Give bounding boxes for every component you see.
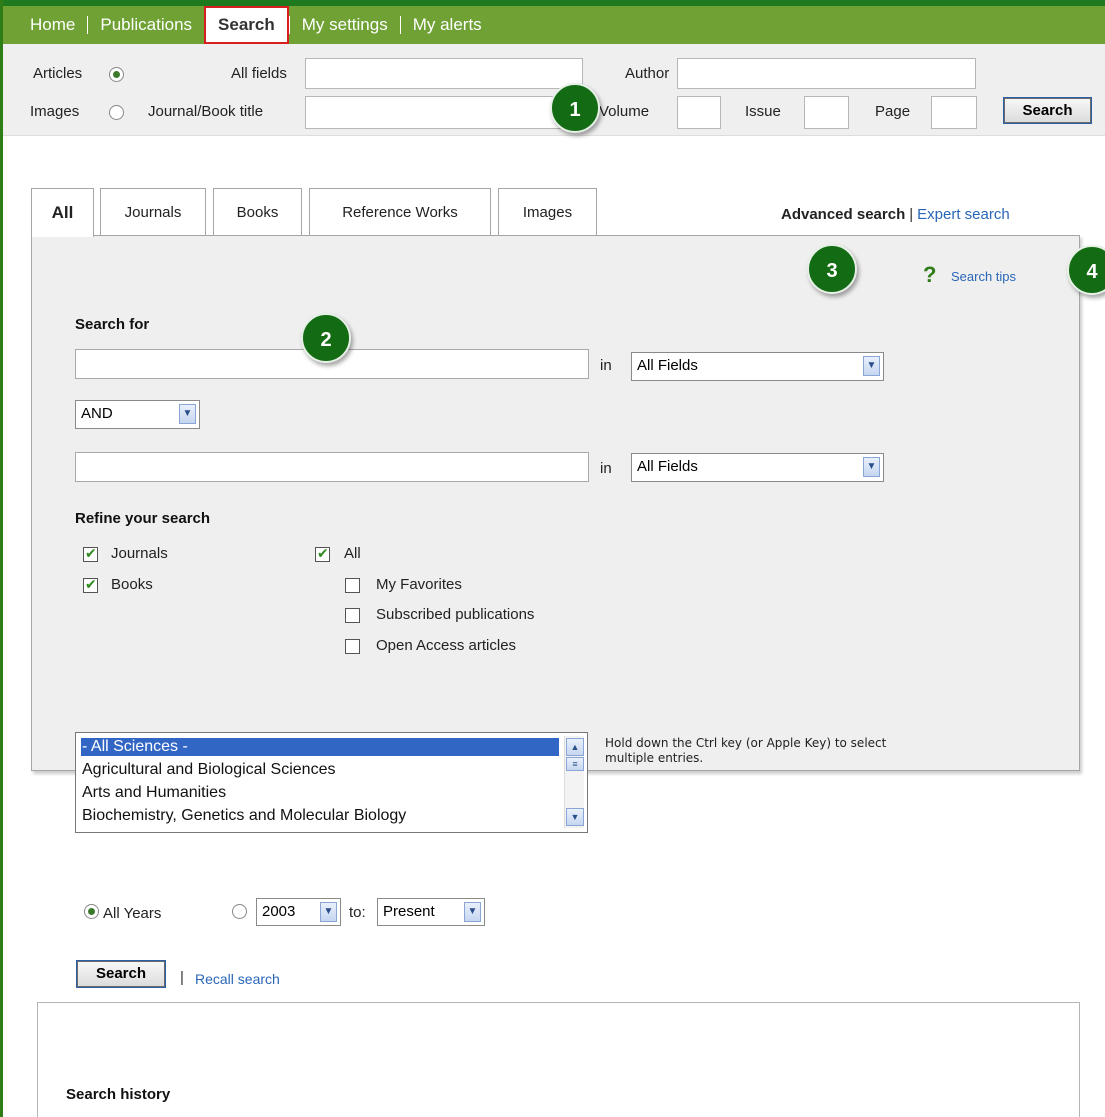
page-label: Page: [875, 103, 911, 120]
question-icon: ?: [923, 262, 937, 287]
open-access-checkbox-label: Open Access articles: [376, 637, 517, 654]
list-item[interactable]: Biochemistry, Genetics and Molecular Bio…: [82, 807, 406, 825]
books-checkbox[interactable]: [83, 576, 98, 593]
top-nav: Home Publications Search My settings My …: [3, 6, 1105, 44]
expert-search-link[interactable]: Expert search: [917, 206, 1010, 223]
year-range-radio[interactable]: [232, 904, 247, 919]
articles-label: Articles: [33, 65, 83, 82]
advanced-search-panel: [31, 235, 1080, 771]
to-label: to:: [349, 904, 366, 921]
left-border: [0, 0, 3, 1117]
page-input[interactable]: [931, 96, 977, 129]
all-fields-label: All fields: [231, 65, 287, 82]
images-radio[interactable]: [109, 105, 124, 120]
journals-checkbox-label: Journals: [111, 545, 168, 562]
refine-search-label: Refine your search: [75, 510, 211, 527]
images-label: Images: [30, 103, 80, 120]
tab-all[interactable]: All: [31, 188, 94, 237]
all-years-label: All Years: [103, 905, 162, 922]
chevron-down-icon: ▼: [179, 404, 196, 424]
all-fields-input[interactable]: [305, 58, 583, 89]
callout-badge-3: 3: [807, 244, 857, 294]
journal-title-label: Journal/Book title: [148, 103, 264, 120]
issue-label: Issue: [745, 103, 781, 120]
volume-input[interactable]: [677, 96, 721, 129]
year-from-value: 2003: [262, 903, 296, 920]
chevron-down-icon: ▼: [320, 902, 337, 922]
scroll-thumb[interactable]: ≡: [566, 757, 584, 771]
list-item[interactable]: Agricultural and Biological Sciences: [82, 761, 335, 779]
field-select-2-value: All Fields: [637, 458, 698, 475]
tab-books[interactable]: Books: [213, 188, 302, 236]
subscribed-checkbox[interactable]: [345, 608, 360, 623]
chevron-down-icon: ▼: [863, 356, 880, 376]
subject-listbox[interactable]: - All Sciences - Agricultural and Biolog…: [75, 732, 588, 833]
listbox-scrollbar[interactable]: ▲ ≡ ▼: [564, 736, 584, 828]
field-select-1-value: All Fields: [637, 357, 698, 374]
subject-hint: Hold down the Ctrl key (or Apple Key) to…: [605, 736, 887, 765]
separator: |: [180, 969, 184, 986]
books-checkbox-label: Books: [111, 576, 153, 593]
search-term-input-2[interactable]: [75, 452, 589, 482]
callout-badge-2: 2: [301, 313, 351, 363]
operator-select-value: AND: [81, 405, 113, 422]
favorites-checkbox-label: My Favorites: [376, 576, 462, 593]
all-years-radio[interactable]: [84, 904, 99, 919]
tab-reference-works[interactable]: Reference Works: [309, 188, 491, 236]
author-label: Author: [625, 65, 670, 82]
nav-search[interactable]: Search: [204, 6, 289, 44]
list-item[interactable]: Arts and Humanities: [82, 784, 226, 802]
issue-input[interactable]: [804, 96, 849, 129]
all-checkbox-label: All: [344, 545, 361, 562]
favorites-checkbox[interactable]: [345, 578, 360, 593]
recall-search-link[interactable]: Recall search: [195, 971, 280, 987]
search-history-box: [37, 1002, 1080, 1117]
articles-radio[interactable]: [109, 67, 124, 82]
search-mode-links: Advanced search | Expert search: [781, 206, 1010, 223]
nav-home[interactable]: Home: [3, 6, 87, 44]
advanced-search-button[interactable]: Search: [76, 960, 166, 988]
year-to-select[interactable]: Present ▼: [377, 898, 485, 926]
all-checkbox[interactable]: [315, 545, 330, 562]
nav-publications[interactable]: Publications: [88, 6, 204, 44]
callout-badge-1: 1: [550, 83, 600, 133]
journal-title-input[interactable]: [305, 96, 583, 129]
scroll-down-icon[interactable]: ▼: [566, 808, 584, 826]
search-tips-link[interactable]: Search tips: [951, 269, 1016, 284]
nav-my-alerts[interactable]: My alerts: [401, 6, 494, 44]
volume-label: Volume: [599, 103, 650, 120]
journals-checkbox[interactable]: [83, 545, 98, 562]
open-access-checkbox[interactable]: [345, 639, 360, 654]
year-from-select[interactable]: 2003 ▼: [256, 898, 341, 926]
tab-journals[interactable]: Journals: [100, 188, 206, 236]
search-for-label: Search for: [75, 316, 150, 333]
year-to-value: Present: [383, 903, 435, 920]
list-item-selected[interactable]: - All Sciences -: [81, 738, 559, 756]
chevron-down-icon: ▼: [464, 902, 481, 922]
nav-my-settings[interactable]: My settings: [290, 6, 400, 44]
search-history-title: Search history: [66, 1086, 171, 1103]
field-select-2[interactable]: All Fields ▼: [631, 453, 884, 482]
advanced-search-label: Advanced search: [781, 206, 906, 223]
mode-separator: |: [909, 206, 914, 223]
chevron-down-icon: ▼: [863, 457, 880, 477]
in-label: in: [600, 460, 612, 477]
author-input[interactable]: [677, 58, 976, 89]
subscribed-checkbox-label: Subscribed publications: [376, 606, 535, 623]
field-select-1[interactable]: All Fields ▼: [631, 352, 884, 381]
tab-images[interactable]: Images: [498, 188, 597, 236]
in-label: in: [600, 357, 612, 374]
scroll-up-icon[interactable]: ▲: [566, 738, 584, 756]
quick-search-button[interactable]: Search: [1003, 97, 1092, 124]
operator-select[interactable]: AND ▼: [75, 400, 200, 429]
